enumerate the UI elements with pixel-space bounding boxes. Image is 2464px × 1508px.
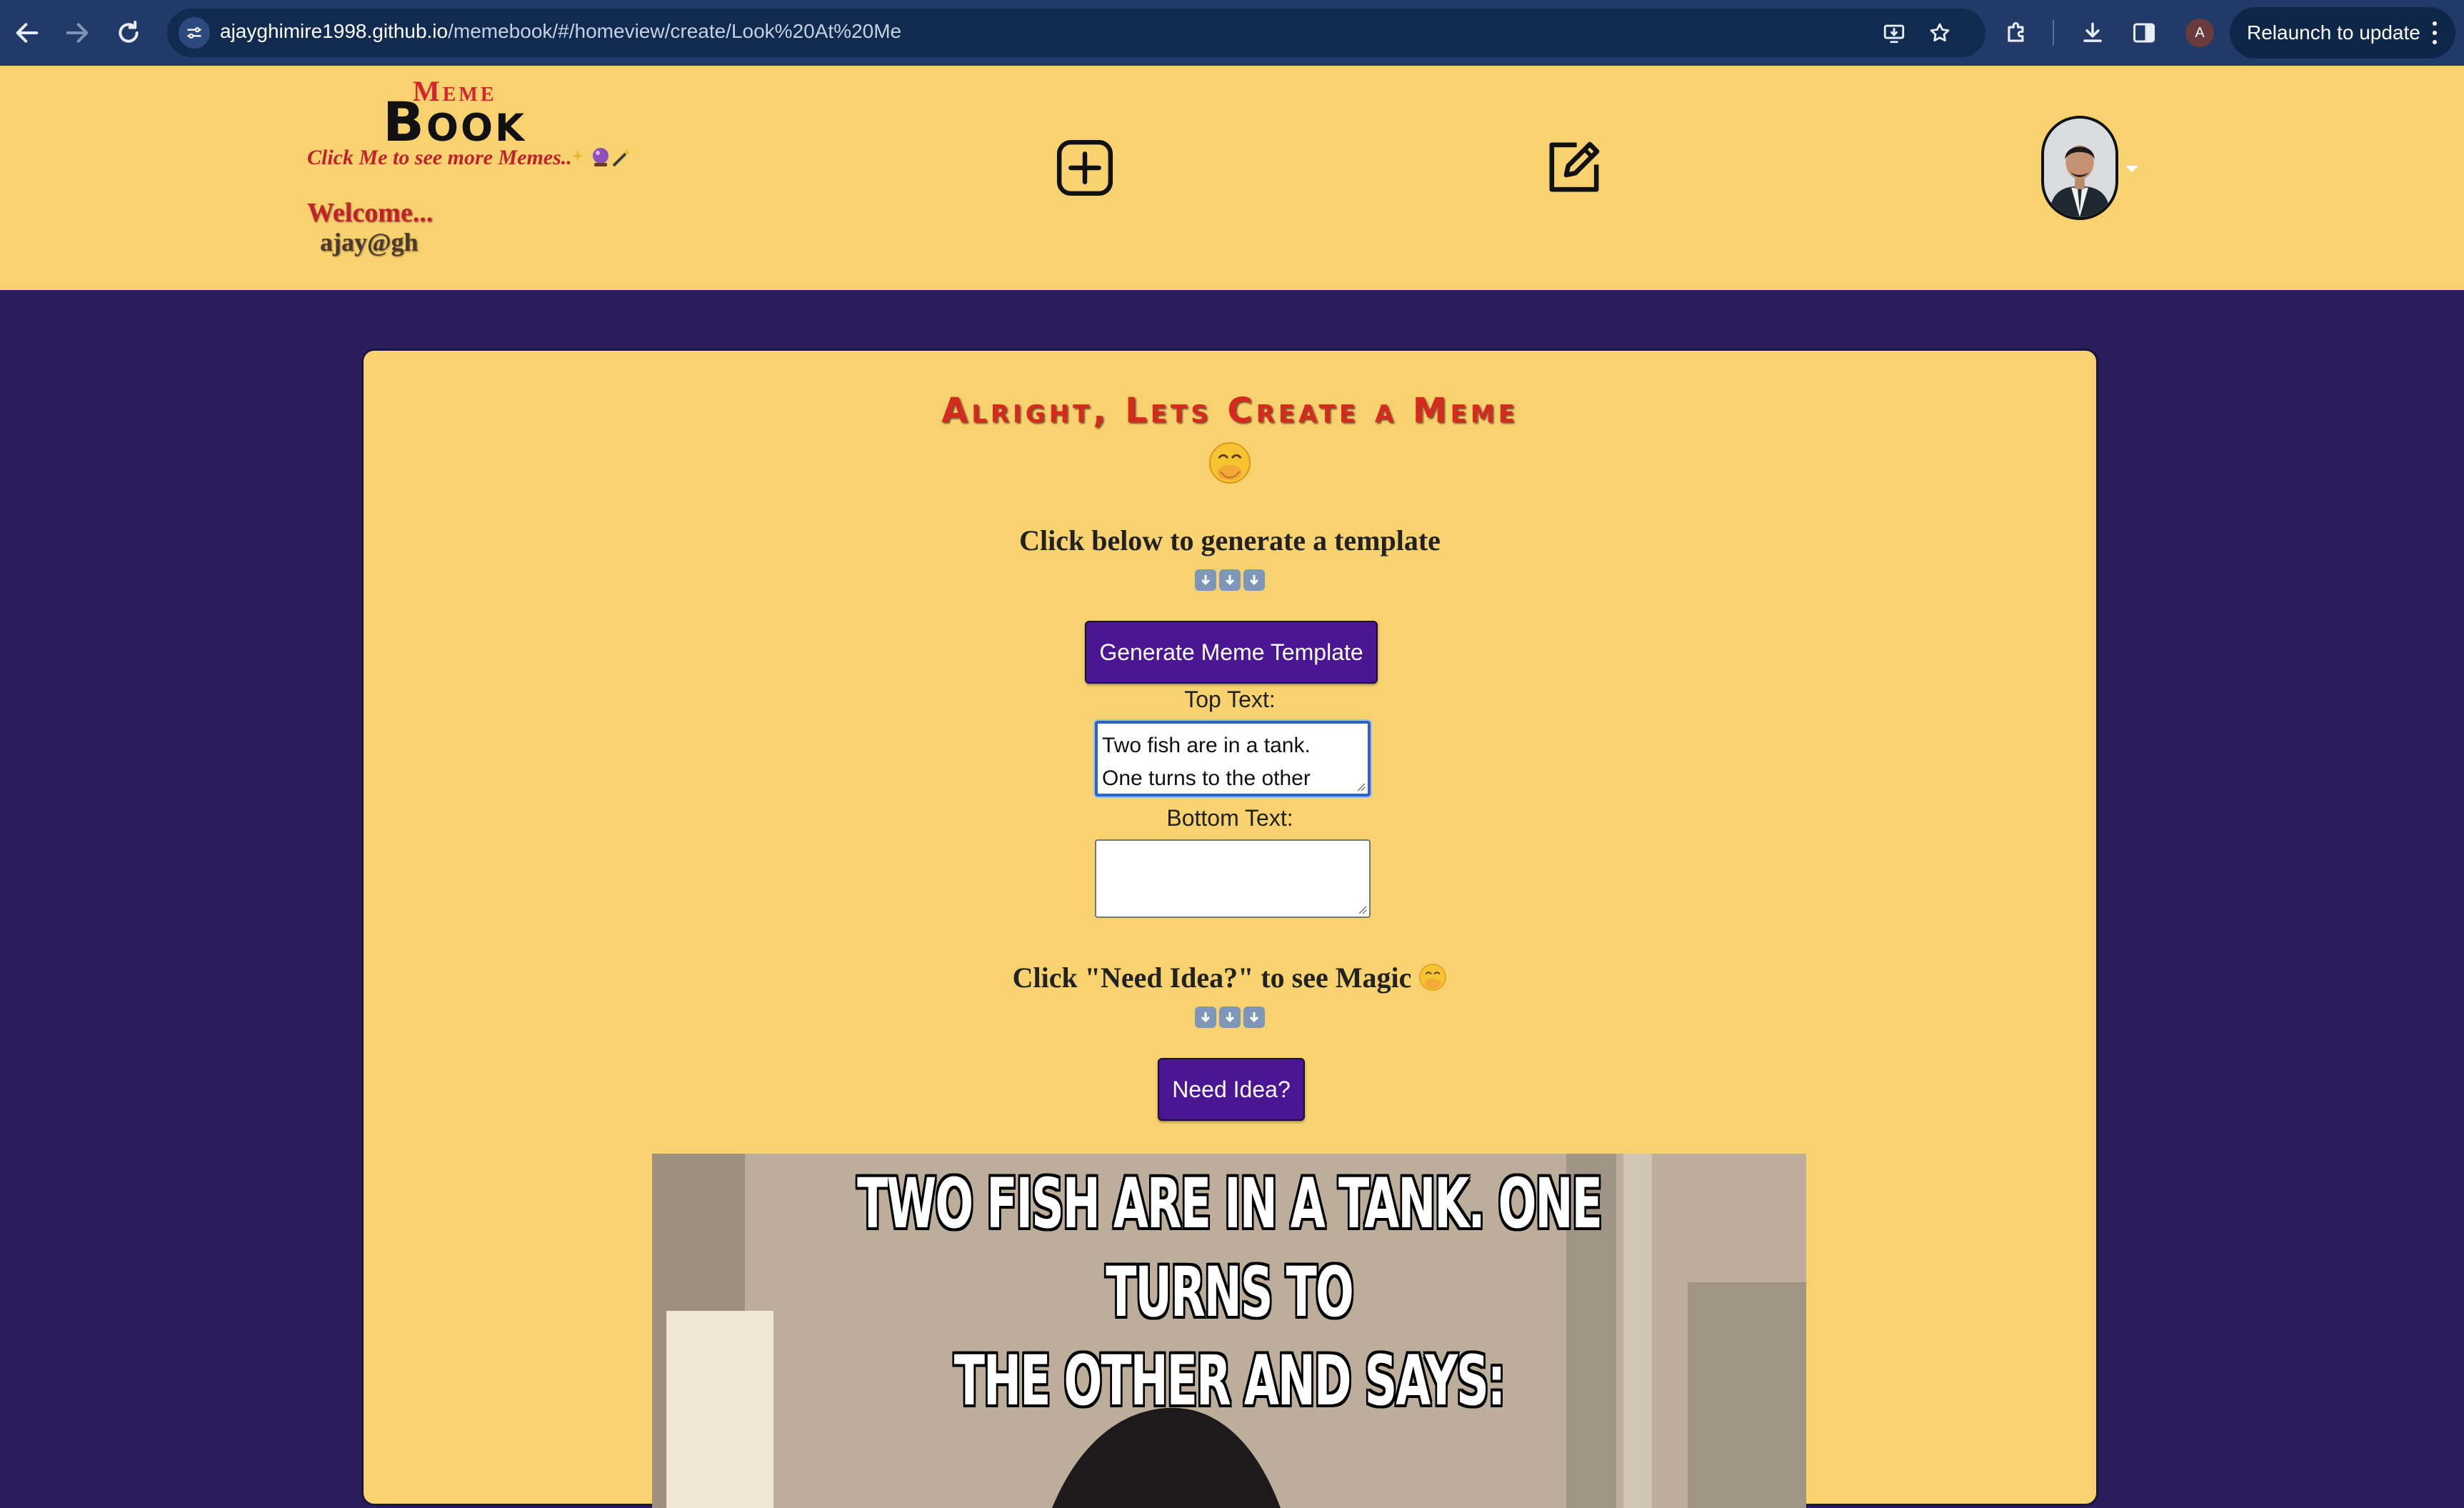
bottom-text-input[interactable] [1095,839,1371,918]
resize-grip-icon[interactable] [1357,904,1367,914]
meme-caption-line-1: TWO FISH ARE IN A TANK. ONE TURNS TO [857,1164,1603,1332]
create-meme-card: Alright, Lets Create a Meme Click below … [361,349,2098,1508]
side-panel-icon [2133,23,2155,43]
down-arrow-emoji-icon [1219,569,1241,591]
profile-avatar[interactable]: A [2185,19,2214,47]
top-text-line-2: One turns to the other [1102,767,1311,790]
side-panel-button[interactable] [2127,16,2161,50]
generate-template-button[interactable]: Generate Meme Template [1085,621,1378,684]
username-text: ajay@gh [320,228,419,256]
user-avatar[interactable] [2041,116,2118,220]
kebab-menu-icon[interactable] [2424,19,2445,47]
welcome-text: Welcome... [307,198,434,228]
down-arrow-emoji-icon [1243,1007,1265,1028]
meme-preview: TWO FISH ARE IN A TANK. ONE TURNS TO THE… [652,1154,1806,1508]
meme-caption-line-2: THE OTHER AND SAYS: [953,1341,1506,1421]
generate-instruction: Click below to generate a template [1019,524,1441,556]
url-host: ajayghimire1998.github.io [220,20,449,42]
relaunch-button[interactable]: Relaunch to update [2230,7,2455,59]
pencil-square-icon [1549,141,1600,192]
back-button[interactable] [7,13,47,53]
down-arrow-emoji-icon [1243,569,1265,591]
forward-button[interactable] [57,13,97,53]
logo-book-text[interactable]: Book [383,90,526,154]
downloads-button[interactable] [2075,16,2110,50]
tune-icon [187,27,201,39]
user-photo-icon [2044,119,2115,217]
toolbar-separator [2053,20,2054,46]
extensions-button[interactable] [2000,16,2034,50]
puzzle-icon [2008,22,2024,42]
url-text[interactable]: ajayghimire1998.github.io/memebook/#/hom… [220,20,901,43]
bookmark-star-button[interactable] [1924,17,1955,49]
arrow-left-icon [16,23,39,43]
down-arrow-emoji-icon [1219,1007,1241,1028]
edit-meme-button[interactable] [1541,134,1607,200]
reload-icon [119,21,139,43]
top-text-label: Top Text: [1184,686,1276,712]
meme-top-caption: TWO FISH ARE IN A TANK. ONE TURNS TO THE… [848,1159,1611,1425]
download-icon [2083,22,2102,42]
sparkles-crystal-ball-wand-icon [571,148,630,167]
page-title: Alright, Lets Create a Meme [941,391,1518,431]
down-arrows-2 [364,1007,2096,1028]
logo-tagline[interactable]: Click Me to see more Memes.. [307,146,632,170]
relaunch-label: Relaunch to update [2247,21,2420,44]
idea-instruction-text: Click "Need Idea?" to see Magic [1012,962,1412,994]
install-app-button[interactable] [1878,17,1910,49]
top-text-line-1: Two fish are in a tank. [1102,734,1311,757]
idea-instruction: Click "Need Idea?" to see Magic [364,961,2096,994]
arrow-right-icon [66,23,89,43]
hand-over-mouth-emoji-icon [1208,441,1251,484]
bottom-text-label: Bottom Text: [1166,805,1293,831]
plus-square-icon [1056,139,1113,196]
reload-button[interactable] [109,13,149,53]
app-header: Meme Book Click Me to see more Memes.. W… [0,66,2464,290]
address-bar[interactable]: ajayghimire1998.github.io/memebook/#/hom… [167,9,1985,57]
star-icon [1930,23,1950,42]
browser-toolbar: ajayghimire1998.github.io/memebook/#/hom… [0,0,2464,66]
install-app-icon [1883,24,1905,44]
hand-over-mouth-emoji-icon [1419,964,1447,991]
top-text-input[interactable]: Two fish are in a tank. One turns to the… [1095,721,1371,797]
url-path: /memebook/#/homeview/create/Look%20At%20… [448,20,902,42]
down-arrow-emoji-icon [1195,1007,1216,1028]
site-info-button[interactable] [179,17,210,49]
avatar-dropdown-caret-icon[interactable] [2125,166,2138,172]
tagline-text: Click Me to see more Memes.. [307,146,572,169]
create-meme-button[interactable] [1053,136,1117,200]
need-idea-button[interactable]: Need Idea? [1158,1058,1305,1121]
resize-grip-icon[interactable] [1356,782,1366,792]
down-arrow-emoji-icon [1195,569,1216,591]
down-arrows-1 [364,569,2096,591]
